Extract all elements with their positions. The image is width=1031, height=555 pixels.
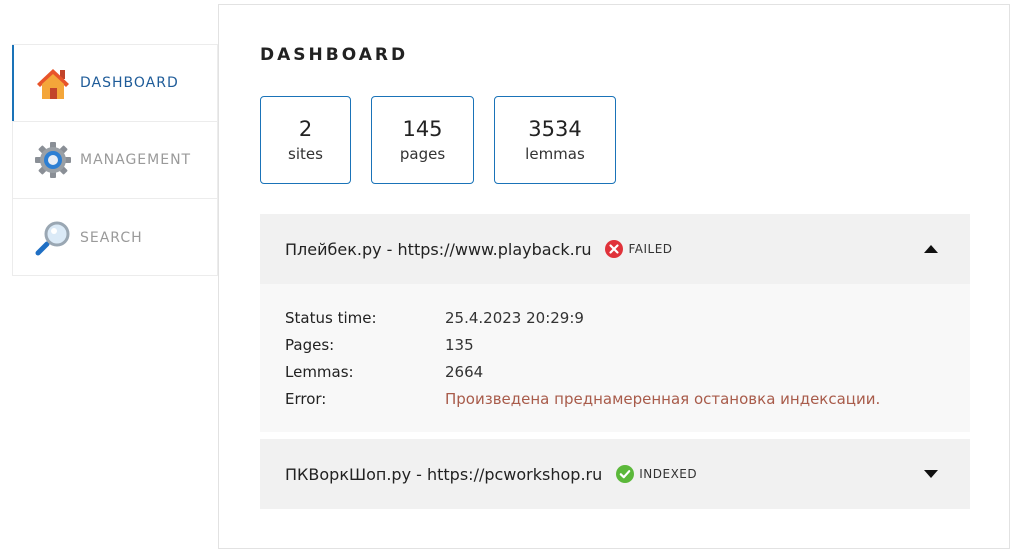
status-text: FAILED — [628, 242, 673, 256]
chevron-down-icon[interactable] — [924, 469, 938, 479]
chevron-up-icon[interactable] — [924, 244, 938, 254]
detail-label: Status time: — [285, 308, 377, 327]
detail-value: 2664 — [445, 362, 484, 381]
site-name: ПКВоркШоп.ру - https://pcworkshop.ru — [285, 464, 603, 484]
sidebar-item-label: SEARCH — [80, 229, 143, 246]
sidebar-item-label: DASHBOARD — [80, 75, 179, 91]
detail-label: Pages: — [285, 335, 335, 354]
stat-pages: 145 pages — [371, 96, 474, 184]
site-panel-playback: Плейбек.ру - https://www.playback.ru FAI… — [260, 214, 970, 432]
site-details: Status time: 25.4.2023 20:29:9 Pages: 13… — [260, 284, 970, 432]
status-badge: FAILED — [605, 240, 672, 258]
gear-icon — [35, 142, 71, 178]
detail-row-lemmas: Lemmas: 2664 — [285, 358, 945, 385]
status-text: INDEXED — [639, 467, 698, 481]
stat-value: 145 — [402, 117, 443, 141]
stat-value: 3534 — [528, 117, 582, 141]
sidebar-item-dashboard[interactable]: DASHBOARD — [12, 45, 217, 122]
site-name: Плейбек.ру - https://www.playback.ru — [285, 239, 592, 259]
stat-label: pages — [399, 145, 446, 163]
site-header[interactable]: Плейбек.ру - https://www.playback.ru FAI… — [260, 214, 970, 284]
site-panel-pcworkshop: ПКВоркШоп.ру - https://pcworkshop.ru IND… — [260, 439, 970, 509]
sidebar-item-search[interactable]: SEARCH — [13, 199, 217, 276]
detail-row-error: Error: Произведена преднамеренная остано… — [285, 385, 945, 412]
sidebar-item-label: MANAGEMENT — [80, 152, 192, 168]
detail-label: Error: — [285, 389, 327, 408]
stat-label: sites — [288, 145, 323, 163]
stat-sites: 2 sites — [260, 96, 351, 184]
magnifier-icon — [35, 221, 70, 255]
detail-label: Lemmas: — [285, 362, 354, 381]
site-header[interactable]: ПКВоркШоп.ру - https://pcworkshop.ru IND… — [260, 439, 970, 509]
status-badge: INDEXED — [616, 465, 697, 483]
error-message: Произведена преднамеренная остановка инд… — [445, 389, 881, 408]
stat-lemmas: 3534 lemmas — [494, 96, 616, 184]
detail-row-status-time: Status time: 25.4.2023 20:29:9 — [285, 304, 945, 331]
stat-value: 2 — [298, 117, 313, 141]
detail-row-pages: Pages: 135 — [285, 331, 945, 358]
sidebar-item-management[interactable]: MANAGEMENT — [13, 122, 217, 199]
detail-value: 25.4.2023 20:29:9 — [445, 308, 584, 327]
sidebar: DASHBOARD MANAGEMENT SEARCH — [12, 44, 218, 276]
home-icon — [37, 69, 69, 99]
error-icon — [605, 240, 624, 258]
stats-row: 2 sites 145 pages 3534 lemmas — [260, 96, 636, 184]
stat-label: lemmas — [525, 145, 585, 163]
check-icon — [616, 465, 635, 483]
page-title: DASHBOARD — [260, 45, 409, 65]
main-panel: DASHBOARD 2 sites 145 pages 3534 lemmas … — [218, 4, 1010, 549]
detail-value: 135 — [445, 335, 474, 354]
